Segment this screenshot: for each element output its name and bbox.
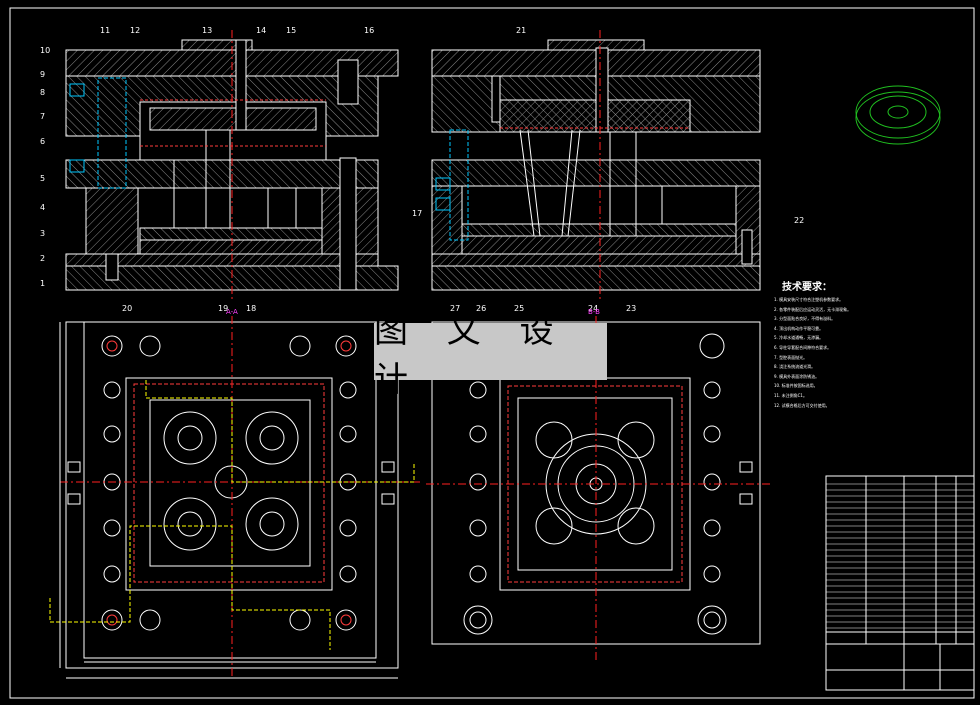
part-label-12: 12 <box>130 26 141 35</box>
part-label-4: 4 <box>40 203 46 212</box>
part-label-11: 11 <box>100 26 111 35</box>
watermark-text: 图 文 设 计 <box>374 310 568 400</box>
tech-note: 3. 分型面贴合良好，不得有溢料。 <box>774 316 836 322</box>
plan-view-moving-half <box>49 316 420 679</box>
part-label-8: 8 <box>40 88 46 97</box>
tech-note: 12. 试模合格后方可交付使用。 <box>774 402 830 408</box>
tech-requirements-notes: 1. 模具安装尺寸符合注塑机参数要求。 2. 各零件装配后应运动灵活，无卡滞现象。… <box>774 295 974 410</box>
watermark-banner: 图 文 设 计 <box>374 311 607 400</box>
tech-note: 7. 型腔表面抛光。 <box>774 354 808 360</box>
tech-note: 6. 导柱导套配合间隙符合要求。 <box>774 344 832 350</box>
part-label-3: 3 <box>40 229 46 238</box>
part-label-2: 2 <box>40 254 46 263</box>
part-label-21: 21 <box>516 26 527 35</box>
tech-note: 4. 顶出机构动作平稳可靠。 <box>774 325 824 331</box>
part-label-14: 14 <box>256 26 267 35</box>
part-isometric-view <box>855 85 941 145</box>
tech-requirements-title: 技术要求： <box>782 282 832 293</box>
part-label-22: 22 <box>794 216 805 225</box>
section-view-b <box>431 30 761 300</box>
section-label-a: A-A <box>226 308 238 316</box>
tech-note: 11. 未注倒角C1。 <box>774 392 807 398</box>
part-label-16: 16 <box>364 26 375 35</box>
part-label-17: 17 <box>412 209 423 218</box>
parts-list-rows <box>826 483 974 629</box>
part-label-13: 13 <box>202 26 213 35</box>
tech-note: 9. 模具外表面涂防锈油。 <box>774 373 820 379</box>
part-label-18: 18 <box>246 304 257 313</box>
part-label-20: 20 <box>122 304 133 313</box>
part-label-23: 23 <box>626 304 637 313</box>
part-label-7: 7 <box>40 112 46 121</box>
tech-note: 10. 标准件按国标选用。 <box>774 383 818 389</box>
part-label-5: 5 <box>40 174 46 183</box>
part-label-15: 15 <box>286 26 297 35</box>
tech-note: 2. 各零件装配后应运动灵活，无卡滞现象。 <box>774 306 852 312</box>
section-view-a <box>65 30 399 300</box>
part-label-9: 9 <box>40 70 46 79</box>
part-label-10: 10 <box>40 46 51 55</box>
tech-note: 5. 冷却水道通畅，无渗漏。 <box>774 335 824 341</box>
part-label-1: 1 <box>40 279 46 288</box>
tech-note: 1. 模具安装尺寸符合注塑机参数要求。 <box>774 297 844 302</box>
part-label-6: 6 <box>40 137 46 146</box>
tech-note: 8. 浇注系统流道光滑。 <box>774 364 816 370</box>
